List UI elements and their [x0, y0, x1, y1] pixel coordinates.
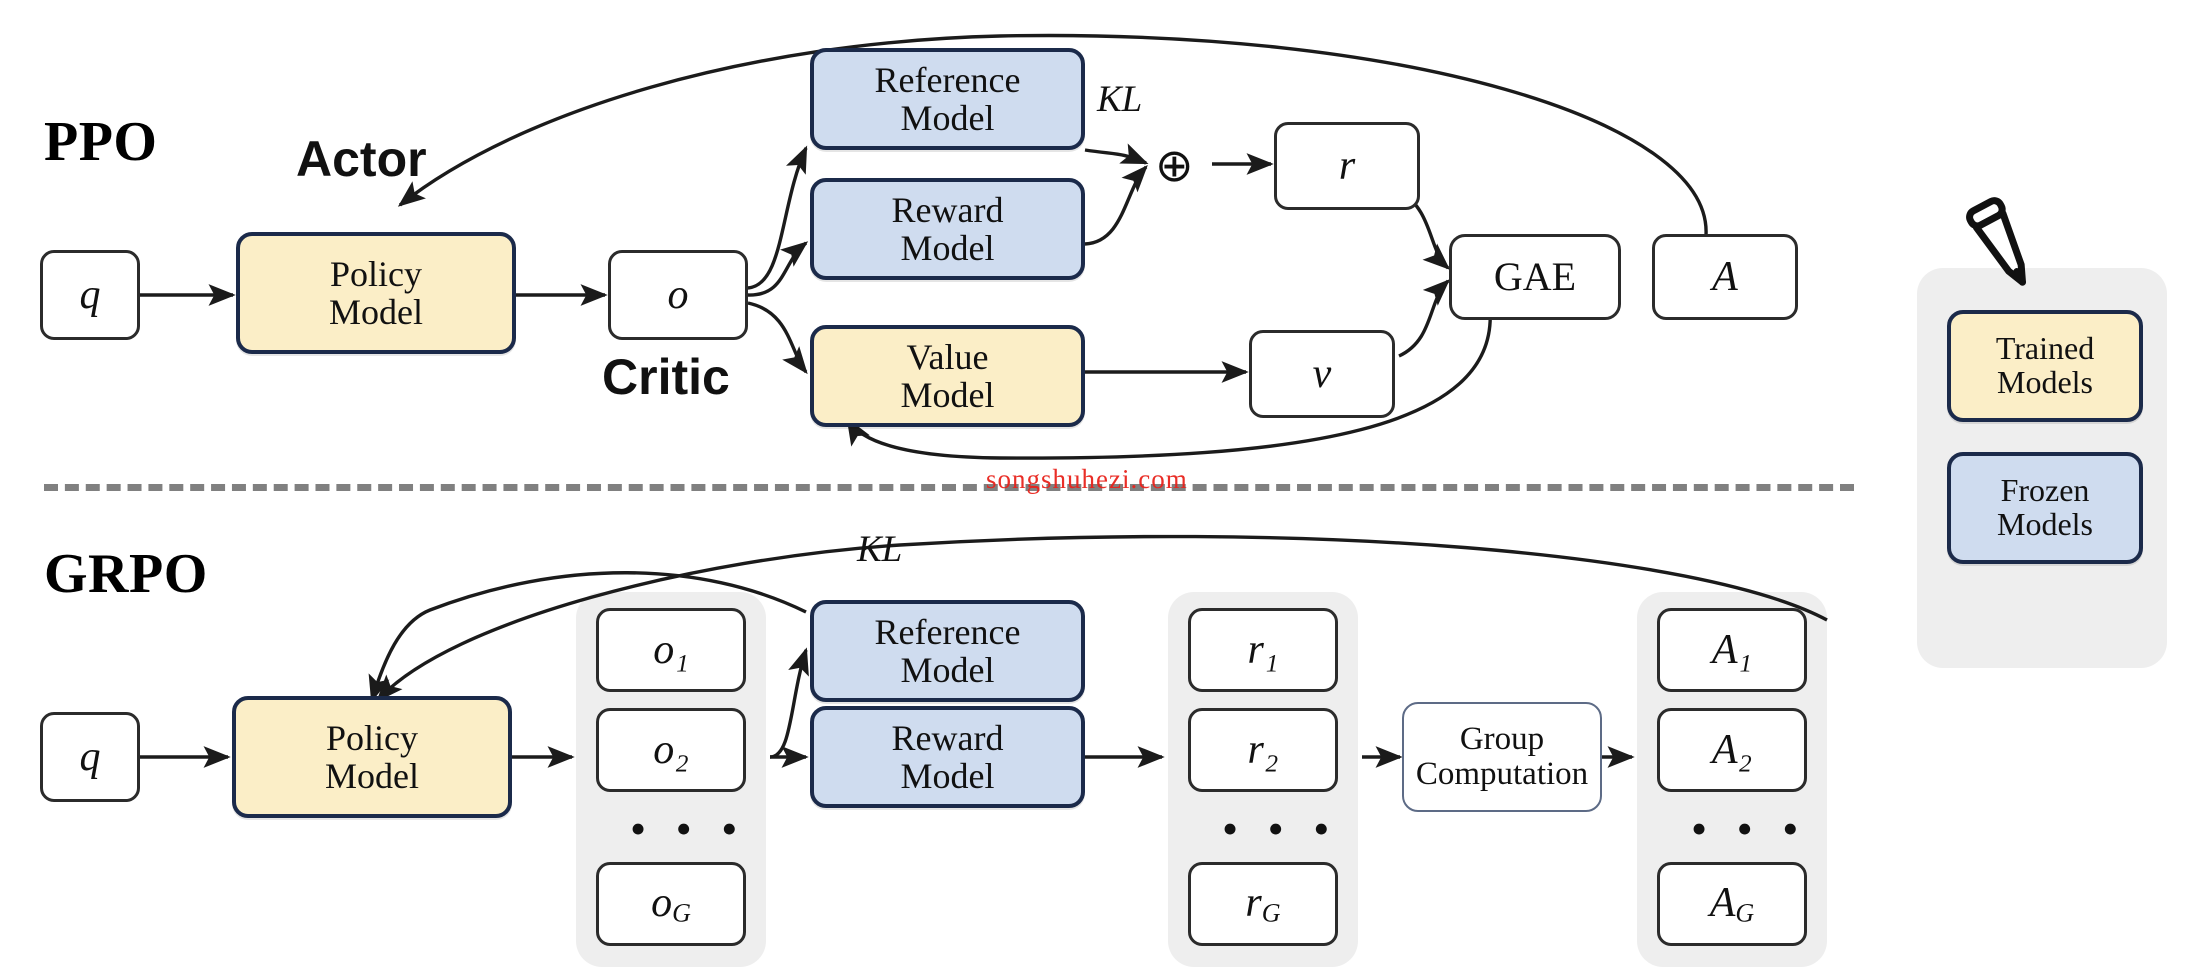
grpo-group-computation-label: Group Computation: [1415, 721, 1589, 792]
ppo-node-o[interactable]: o: [608, 250, 748, 340]
ppo-reference-model[interactable]: Reference Model: [810, 48, 1085, 150]
grpo-output-2-label: o₂: [653, 726, 689, 773]
pencil-icon: [1950, 190, 2060, 300]
ppo-reward-model[interactable]: Reward Model: [810, 178, 1085, 280]
section-divider: [44, 484, 1854, 491]
ppo-node-o-label: o: [667, 271, 689, 318]
grpo-node-q-label: q: [79, 733, 101, 780]
legend-trained-models: Trained Models: [1947, 310, 2143, 422]
legend-frozen-models-label: Frozen Models: [1997, 472, 2093, 542]
grpo-output-1[interactable]: o₁: [596, 608, 746, 692]
ppo-node-v[interactable]: v: [1249, 330, 1395, 418]
ppo-value-model[interactable]: Value Model: [810, 325, 1085, 427]
ppo-kl-label: KL: [1097, 79, 1143, 120]
ppo-value-model-label: Value Model: [900, 336, 995, 415]
grpo-reward-1[interactable]: r₁: [1188, 608, 1338, 692]
grpo-reward-model[interactable]: Reward Model: [810, 706, 1085, 808]
grpo-output-G[interactable]: oG: [596, 862, 746, 946]
grpo-advantage-2-label: A₂: [1711, 726, 1753, 773]
grpo-advantage-2[interactable]: A₂: [1657, 708, 1807, 792]
ppo-actor-label: Actor: [296, 131, 427, 187]
grpo-reward-2-label: r₂: [1247, 726, 1279, 773]
ppo-reward-model-label: Reward Model: [891, 189, 1004, 268]
ppo-gae[interactable]: GAE: [1449, 234, 1621, 320]
grpo-reference-model[interactable]: Reference Model: [810, 600, 1085, 702]
grpo-advantage-G-label: AG: [1709, 879, 1755, 928]
ppo-node-r[interactable]: r: [1274, 122, 1420, 210]
ppo-reference-model-label: Reference Model: [874, 59, 1021, 138]
grpo-reward-G-label: rG: [1245, 879, 1281, 928]
watermark: songshuhezi.com: [986, 464, 1188, 494]
grpo-advantage-ellipsis: • • •: [1691, 803, 1808, 854]
grpo-advantage-1[interactable]: A₁: [1657, 608, 1807, 692]
grpo-reward-2[interactable]: r₂: [1188, 708, 1338, 792]
grpo-reward-G[interactable]: rG: [1188, 862, 1338, 946]
ppo-gae-label: GAE: [1493, 253, 1577, 299]
ppo-node-v-label: v: [1312, 350, 1332, 397]
ppo-sum-operator: ⊕: [1155, 138, 1194, 192]
grpo-advantage-G[interactable]: AG: [1657, 862, 1807, 946]
ppo-node-r-label: r: [1338, 142, 1356, 189]
grpo-policy-model-label: Policy Model: [325, 717, 419, 796]
grpo-output-1-label: o₁: [653, 626, 689, 673]
legend-trained-models-label: Trained Models: [1995, 330, 2095, 400]
grpo-policy-model[interactable]: Policy Model: [232, 696, 512, 818]
figure-canvas: PPO Actor Critic q Policy Model o Refere…: [0, 0, 2191, 974]
grpo-section-label: GRPO: [44, 543, 208, 605]
grpo-reward-model-label: Reward Model: [891, 717, 1004, 796]
grpo-advantage-1-label: A₁: [1711, 626, 1753, 673]
grpo-output-2[interactable]: o₂: [596, 708, 746, 792]
ppo-node-A[interactable]: A: [1652, 234, 1798, 320]
ppo-node-q[interactable]: q: [40, 250, 140, 340]
ppo-policy-model[interactable]: Policy Model: [236, 232, 516, 354]
ppo-policy-model-label: Policy Model: [329, 253, 423, 332]
ppo-node-q-label: q: [79, 271, 101, 318]
ppo-critic-label: Critic: [602, 349, 730, 405]
grpo-output-ellipsis: • • •: [630, 803, 747, 854]
ppo-node-A-label: A: [1712, 253, 1738, 300]
grpo-reward-1-label: r₁: [1247, 626, 1279, 673]
grpo-group-computation[interactable]: Group Computation: [1402, 702, 1602, 812]
grpo-output-G-label: oG: [651, 879, 691, 928]
legend-frozen-models: Frozen Models: [1947, 452, 2143, 564]
ppo-section-label: PPO: [44, 111, 158, 173]
grpo-node-q[interactable]: q: [40, 712, 140, 802]
grpo-reference-model-label: Reference Model: [874, 611, 1021, 690]
grpo-reward-ellipsis: • • •: [1222, 803, 1339, 854]
grpo-kl-label: KL: [857, 529, 903, 570]
